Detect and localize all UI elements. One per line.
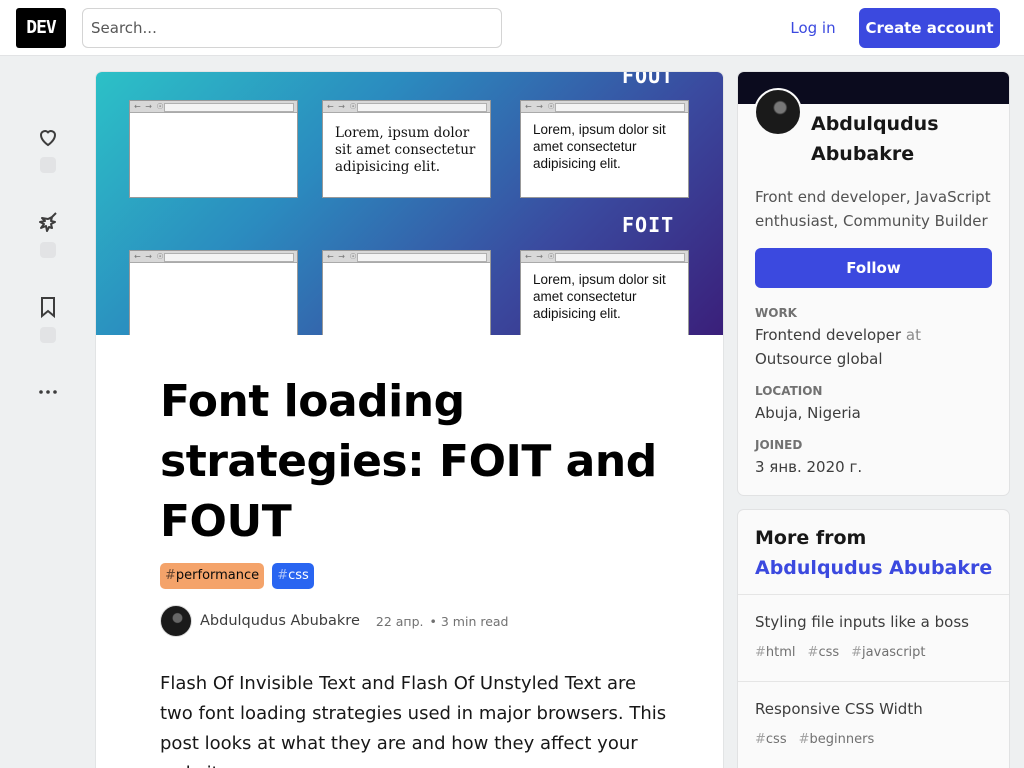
post-tag[interactable]: #beginners: [799, 732, 875, 747]
location-label: LOCATION: [755, 384, 823, 398]
frame-text: Lorem, ipsum dolor sit amet consectetur …: [335, 125, 476, 175]
publish-date: 22 апр.: [375, 613, 424, 629]
article-card: FOUT FOIT ← → ☉ ← → ☉ Lorem, ipsum dolor…: [96, 72, 723, 768]
browser-frame: ← → ☉: [129, 250, 298, 335]
browser-frame: ← → ☉ Lorem, ipsum dolor sit amet consec…: [520, 100, 689, 198]
profile-avatar[interactable]: [754, 88, 802, 136]
more-actions[interactable]: [34, 380, 62, 404]
tag-css[interactable]: #css: [272, 563, 314, 589]
like-count: [40, 157, 56, 173]
create-account-button[interactable]: Create account: [859, 8, 1000, 48]
profile-bio: Front end developer, JavaScript enthusia…: [755, 188, 991, 230]
avatar[interactable]: [160, 605, 192, 637]
author-name[interactable]: Abdulqudus Abubakre: [200, 613, 360, 629]
save-count: [40, 327, 56, 343]
post-tag[interactable]: #javascript: [851, 645, 925, 660]
post-tag[interactable]: #css: [755, 732, 787, 747]
tag-performance[interactable]: #performance: [160, 563, 265, 589]
more-icon: [39, 390, 57, 394]
foit-label: FOIT: [622, 213, 675, 237]
bookmark-icon: [41, 297, 55, 319]
browser-frame: ← → ☉: [129, 100, 298, 198]
post-title[interactable]: Styling file inputs like a boss: [755, 613, 969, 631]
fout-label: FOUT: [622, 72, 675, 88]
work-label: WORK: [755, 306, 797, 320]
unicorn-reaction[interactable]: [34, 210, 62, 258]
tag-list: #performance #css: [160, 563, 314, 589]
author-row: Abdulqudus Abubakre 22 апр. • 3 min read: [160, 605, 509, 637]
save-reaction[interactable]: [34, 295, 62, 343]
browser-frame: ← → ☉ Lorem, ipsum dolor sit amet consec…: [520, 250, 689, 335]
article-intro: Flash Of Invisible Text and Flash Of Uns…: [160, 673, 667, 768]
post-tag[interactable]: #html: [755, 645, 796, 660]
search-input[interactable]: [82, 8, 502, 48]
like-reaction[interactable]: [34, 125, 62, 173]
cover-image: FOUT FOIT ← → ☉ ← → ☉ Lorem, ipsum dolor…: [96, 72, 723, 335]
login-link[interactable]: Log in: [778, 8, 848, 48]
more-from-card: More from Abdulqudus Abubakre Styling fi…: [738, 510, 1009, 768]
unicorn-count: [40, 242, 56, 258]
dev-logo[interactable]: DEV: [16, 8, 66, 48]
list-item[interactable]: Responsive CSS Width #css #beginners: [738, 681, 1009, 768]
read-time: 3 min read: [440, 613, 509, 629]
frame-text: Lorem, ipsum dolor sit amet consectetur …: [533, 122, 666, 171]
browser-frame: ← → ☉ Lorem, ipsum dolor sit amet consec…: [322, 100, 491, 198]
more-from-heading: More from Abdulqudus Abubakre: [755, 527, 993, 579]
post-tags: #css #beginners: [755, 732, 874, 747]
heart-icon: [39, 130, 57, 147]
browser-frame: ← → ☉: [322, 250, 491, 335]
author-profile-card: Abdulqudus Abubakre Front end developer,…: [738, 72, 1009, 495]
meta-separator: •: [429, 613, 437, 629]
post-tag[interactable]: #css: [808, 645, 840, 660]
joined-label: JOINED: [755, 438, 803, 452]
work-value: Frontend developer at Outsource global: [755, 326, 921, 368]
location-value: Abuja, Nigeria: [755, 404, 861, 422]
post-title[interactable]: Responsive CSS Width: [755, 700, 923, 718]
follow-button[interactable]: Follow: [755, 248, 992, 288]
post-tags: #html #css #javascript: [755, 645, 926, 660]
unicorn-icon: [39, 212, 57, 232]
joined-value: 3 янв. 2020 г.: [755, 458, 863, 476]
article-title: Font loading strategies: FOIT and FOUT: [160, 376, 657, 547]
frame-text: Lorem, ipsum dolor sit amet consectetur …: [533, 272, 666, 321]
top-header: DEV Log in Create account: [0, 0, 1024, 56]
list-item[interactable]: Styling file inputs like a boss #html #c…: [738, 594, 1009, 681]
more-from-author-link[interactable]: Abdulqudus Abubakre: [755, 557, 992, 579]
profile-name[interactable]: Abdulqudus Abubakre: [811, 109, 991, 169]
